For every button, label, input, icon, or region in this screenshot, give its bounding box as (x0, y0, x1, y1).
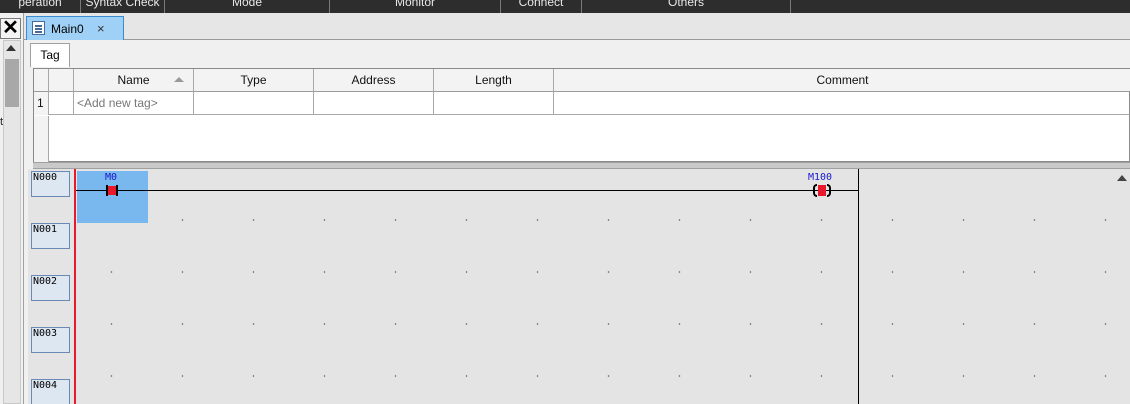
scroll-up-icon[interactable] (1117, 175, 1127, 181)
scroll-up-icon[interactable] (6, 45, 16, 51)
tag-table: Name Type Address Length Comment 1 <Add … (33, 68, 1130, 162)
ladder-editor-window: peration Syntax Check Mode Monitor Conne… (0, 0, 1130, 404)
column-header-comment[interactable]: Comment (554, 69, 1130, 92)
toolbar-group-label: Syntax Check (85, 0, 160, 9)
table-row[interactable]: 1 <Add new tag> (34, 92, 1130, 115)
toolbar-group-label: Connect (518, 0, 564, 9)
toolbar-group-connect[interactable]: Connect (500, 0, 581, 13)
row-header-gutter (34, 116, 49, 162)
tab-main0[interactable]: Main0 × (26, 16, 124, 40)
output-coil-icon[interactable] (813, 184, 831, 197)
toolbar-group-others[interactable]: Others (581, 0, 790, 13)
length-cell[interactable] (434, 92, 554, 115)
toolbar-group-label: Monitor (394, 0, 435, 9)
scroll-thumb[interactable] (5, 59, 19, 107)
toolbar-group-empty (790, 0, 1130, 13)
pane-splitter[interactable] (33, 162, 1130, 169)
address-cell[interactable] (314, 92, 434, 115)
tag-table-header: Name Type Address Length Comment (34, 69, 1130, 92)
toolbar-group-monitor[interactable]: Monitor (329, 0, 500, 13)
coil-device-label: M100 (808, 172, 833, 183)
tab-label: Main0 (51, 22, 84, 36)
no-contact-icon[interactable] (106, 185, 118, 196)
document-tab-strip: Main0 × (24, 13, 1130, 40)
header-blank (49, 69, 74, 92)
top-toolbar: peration Syntax Check Mode Monitor Conne… (0, 0, 1130, 13)
toolbar-group-syntax-check[interactable]: Syntax Check (80, 0, 164, 13)
subtab-tag[interactable]: Tag (30, 43, 70, 67)
toolbar-group-operation[interactable]: peration (0, 0, 80, 13)
type-cell[interactable] (194, 92, 314, 115)
rung-label-n004[interactable]: N004 (31, 379, 70, 404)
column-header-address[interactable]: Address (314, 69, 434, 92)
toolbar-group-mode[interactable]: Mode (164, 0, 329, 13)
subtab-strip: Tag (24, 40, 1130, 67)
left-panel-scrollbar[interactable] (3, 40, 21, 404)
ladder-diagram[interactable]: N000 N001 N002 N003 N004 M0 M100 (28, 169, 1130, 404)
add-new-tag-cell[interactable]: <Add new tag> (74, 92, 194, 115)
rung-wire (76, 190, 858, 191)
left-panel: ✕ (0, 13, 24, 404)
row-blank-cell (49, 92, 74, 115)
close-icon[interactable]: ✕ (0, 18, 21, 39)
ladder-output-area (859, 169, 1130, 404)
contact-device-label: M0 (105, 172, 118, 183)
left-power-rail (74, 169, 76, 404)
toolbar-group-label: Mode (231, 0, 263, 9)
toolbar-group-label: Others (667, 0, 704, 9)
column-header-type[interactable]: Type (194, 69, 314, 92)
sort-ascending-icon (174, 77, 184, 82)
column-header-length[interactable]: Length (434, 69, 554, 92)
header-corner (34, 69, 49, 92)
tab-close-icon[interactable]: × (97, 21, 105, 36)
ladder-scrollbar[interactable] (1114, 171, 1130, 404)
rung-label-n003[interactable]: N003 (31, 327, 70, 353)
rung-label-n002[interactable]: N002 (31, 275, 70, 301)
comment-cell[interactable] (554, 92, 1130, 115)
row-number: 1 (34, 92, 49, 115)
left-panel-cut-text: t (0, 116, 4, 128)
toolbar-group-label: peration (18, 0, 62, 9)
rung-label-n001[interactable]: N001 (31, 223, 70, 249)
rung-label-n000[interactable]: N000 (31, 171, 70, 197)
ladder-program-icon (32, 21, 45, 35)
